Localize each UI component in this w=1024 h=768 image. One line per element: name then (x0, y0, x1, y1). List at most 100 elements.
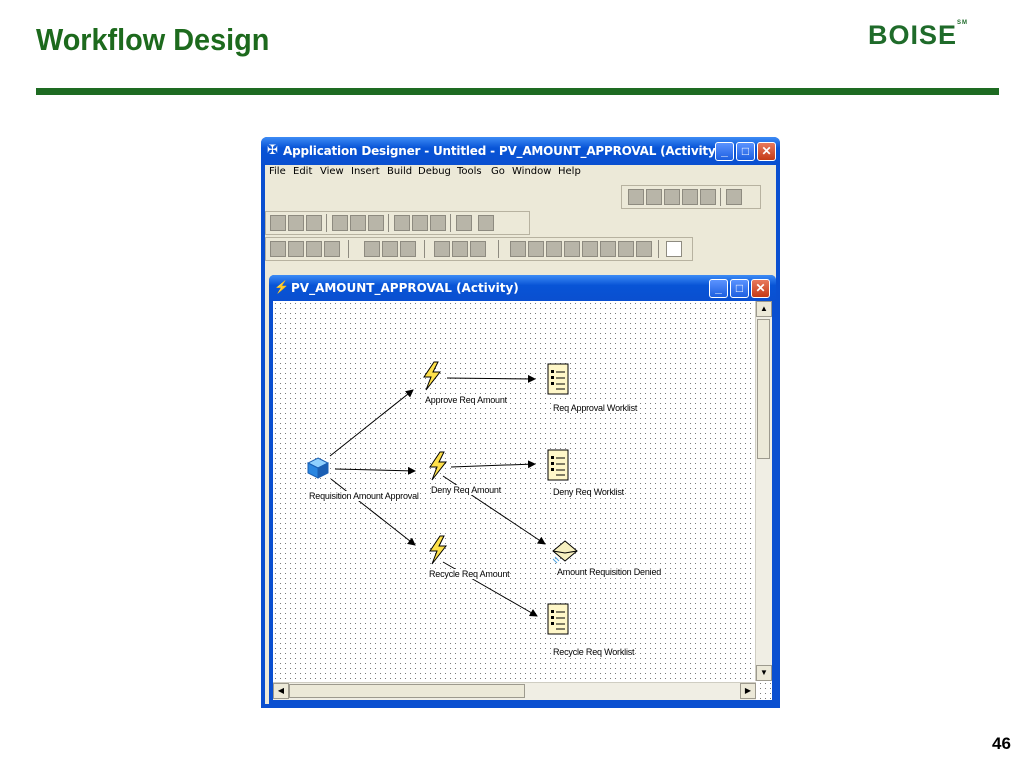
tb-btn[interactable] (270, 215, 286, 231)
menu-window[interactable]: Window (512, 166, 551, 177)
tb-btn[interactable] (368, 215, 384, 231)
lightning-icon[interactable] (421, 361, 443, 391)
tb-separator (326, 214, 327, 232)
child-close-button[interactable]: ✕ (751, 279, 770, 298)
tb-btn[interactable] (288, 215, 304, 231)
tb-btn[interactable] (726, 189, 742, 205)
tb-btn[interactable] (636, 241, 652, 257)
horizontal-scrollbar[interactable]: ◀ ▶ (273, 682, 756, 700)
tb-btn[interactable] (478, 215, 494, 231)
menu-help[interactable]: Help (558, 166, 581, 177)
tb-btn[interactable] (646, 189, 662, 205)
scroll-right-arrow[interactable]: ▶ (740, 683, 756, 699)
boise-logo: BOISESM (868, 20, 969, 50)
edge-start-to-approve (329, 389, 414, 457)
worklist-icon[interactable] (547, 603, 569, 635)
tb-btn[interactable] (412, 215, 428, 231)
toolbar-row1 (621, 185, 761, 209)
close-button[interactable]: ✕ (757, 142, 776, 161)
child-minimize-button[interactable]: _ (709, 279, 728, 298)
lightning-icon[interactable] (427, 535, 449, 565)
menu-edit[interactable]: Edit (293, 166, 312, 177)
tb-btn[interactable] (582, 241, 598, 257)
tb-btn[interactable] (306, 215, 322, 231)
slide-title: Workflow Design (36, 22, 270, 57)
menu-debug[interactable]: Debug (418, 166, 451, 177)
tb-btn[interactable] (510, 241, 526, 257)
tb-btn[interactable] (306, 241, 322, 257)
vertical-scroll-thumb[interactable] (757, 319, 770, 459)
workflow-canvas[interactable]: Requisition Amount Approval Approve Req … (273, 301, 772, 700)
tb-btn[interactable] (600, 241, 616, 257)
label-deny-req-amount: Deny Req Amount (431, 485, 502, 495)
tb-btn[interactable] (546, 241, 562, 257)
tb-separator (658, 240, 659, 258)
tb-btn[interactable] (528, 241, 544, 257)
tb-separator (388, 214, 389, 232)
lightning-icon[interactable] (427, 451, 449, 481)
child-title-bar[interactable]: ⚡ PV_AMOUNT_APPROVAL (Activity) _ □ ✕ (269, 275, 776, 301)
menu-build[interactable]: Build (387, 166, 412, 177)
app-body: File Edit View Insert Build Debug Tools … (265, 165, 776, 704)
child-maximize-button[interactable]: □ (730, 279, 749, 298)
tb-btn[interactable] (618, 241, 634, 257)
tb-btn[interactable] (664, 189, 680, 205)
label-req-approval-worklist: Req Approval Worklist (553, 403, 638, 413)
tb-btn[interactable] (394, 215, 410, 231)
vertical-scrollbar[interactable]: ▲ ▼ (755, 301, 772, 681)
tb-separator (720, 188, 721, 206)
menu-tools[interactable]: Tools (457, 166, 482, 177)
tb-separator (424, 240, 425, 258)
menu-view[interactable]: View (320, 166, 344, 177)
horizontal-scroll-thumb[interactable] (289, 684, 525, 698)
tb-separator (450, 214, 451, 232)
tb-btn[interactable] (700, 189, 716, 205)
toolbar-row3 (265, 237, 693, 261)
tb-separator (498, 240, 499, 258)
activity-icon: ⚡ (274, 280, 289, 294)
minimize-button[interactable]: _ (715, 142, 734, 161)
scroll-up-arrow[interactable]: ▲ (756, 301, 772, 317)
menu-file[interactable]: File (269, 166, 286, 177)
child-window-title: PV_AMOUNT_APPROVAL (Activity) (291, 281, 519, 295)
tb-btn[interactable] (628, 189, 644, 205)
tb-btn[interactable] (682, 189, 698, 205)
cube-icon[interactable] (307, 457, 329, 479)
tb-btn[interactable] (270, 241, 286, 257)
application-designer-window[interactable]: ✠ Application Designer - Untitled - PV_A… (261, 137, 780, 708)
edge-approve-to-worklist (446, 374, 536, 383)
worklist-icon[interactable] (547, 449, 569, 481)
tb-btn[interactable] (332, 215, 348, 231)
tb-btn[interactable] (452, 241, 468, 257)
menu-insert[interactable]: Insert (351, 166, 380, 177)
worklist-icon[interactable] (547, 363, 569, 395)
tb-btn[interactable] (434, 241, 450, 257)
maximize-button[interactable]: □ (736, 142, 755, 161)
tb-btn[interactable] (288, 241, 304, 257)
tb-btn[interactable] (456, 215, 472, 231)
tb-btn[interactable] (400, 241, 416, 257)
tb-separator (348, 240, 349, 258)
tb-btn[interactable] (324, 241, 340, 257)
scroll-left-arrow[interactable]: ◀ (273, 683, 289, 699)
edge-start-to-recycle (330, 478, 416, 546)
tb-btn[interactable] (470, 241, 486, 257)
label-recycle-req-worklist: Recycle Req Worklist (553, 647, 635, 657)
app-title-bar[interactable]: ✠ Application Designer - Untitled - PV_A… (261, 137, 780, 165)
label-deny-req-worklist: Deny Req Worklist (553, 487, 624, 497)
tb-btn[interactable] (350, 215, 366, 231)
tb-btn[interactable] (430, 215, 446, 231)
tb-btn[interactable] (382, 241, 398, 257)
toolbar-row2 (265, 211, 530, 235)
grid-toggle-button[interactable] (666, 241, 682, 257)
tb-btn[interactable] (564, 241, 580, 257)
menu-go[interactable]: Go (491, 166, 505, 177)
email-notification-icon[interactable] (551, 539, 579, 565)
edge-deny-to-worklist (450, 460, 536, 469)
menu-bar: File Edit View Insert Build Debug Tools … (265, 165, 776, 183)
tb-btn[interactable] (364, 241, 380, 257)
edge-start-to-deny (334, 466, 416, 475)
label-amount-requisition-denied: Amount Requisition Denied (557, 567, 662, 577)
scroll-down-arrow[interactable]: ▼ (756, 665, 772, 681)
activity-child-window[interactable]: ⚡ PV_AMOUNT_APPROVAL (Activity) _ □ ✕ Re… (269, 275, 776, 704)
